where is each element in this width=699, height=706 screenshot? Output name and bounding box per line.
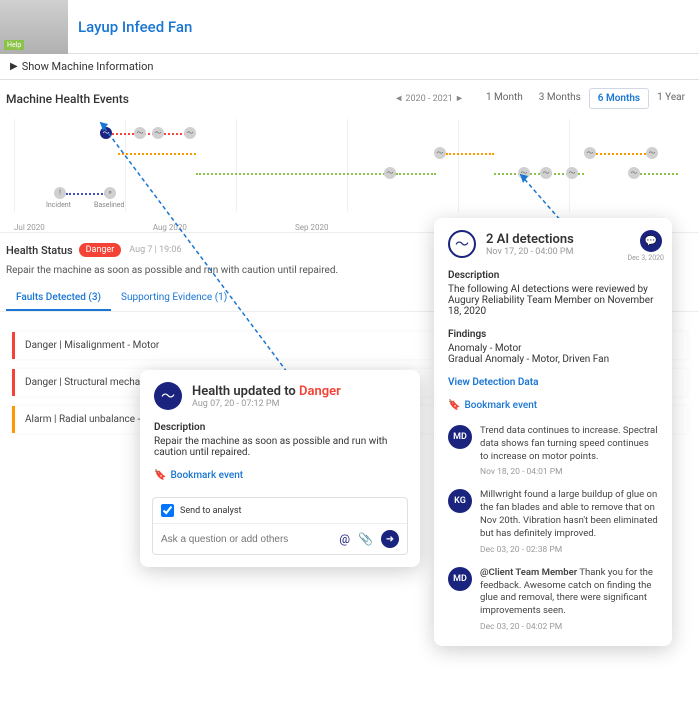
finding-item: Anomaly - Motor — [448, 343, 658, 354]
comment-timestamp: Dec 03, 20 - 04:02 PM — [434, 618, 672, 636]
bookmark-event-link[interactable]: 🔖 Bookmark event — [154, 470, 406, 481]
avatar: MD — [448, 567, 472, 591]
status-badge: Danger — [79, 243, 122, 257]
timeline-marker[interactable]: 〜 — [134, 127, 146, 139]
timeline-marker-baselined[interactable]: ⚬ — [104, 187, 116, 199]
popup-health-update: 〜 Health updated to Danger Aug 07, 20 - … — [140, 370, 420, 567]
bookmark-icon: 🔖 — [448, 400, 460, 411]
send-to-analyst-checkbox[interactable] — [161, 504, 174, 517]
range-6months[interactable]: 6 Months — [589, 88, 649, 109]
avatar: KG — [448, 489, 472, 513]
health-status-label: Health Status — [6, 244, 73, 257]
mention-icon[interactable]: @ — [339, 532, 350, 546]
tab-evidence[interactable]: Supporting Evidence (1) — [111, 286, 237, 311]
comment-timestamp: Dec 03, 20 - 02:38 PM — [434, 541, 672, 559]
attachment-icon[interactable]: 📎 — [358, 532, 373, 546]
comment-text: @Client Team Member Thank you for the fe… — [480, 567, 658, 618]
comment: MD Trend data continues to increase. Spe… — [434, 417, 672, 463]
timeline-marker[interactable]: 〜 — [434, 147, 446, 159]
popup-title: 2 AI detections — [486, 232, 574, 247]
findings-label: Findings — [448, 329, 658, 340]
description-label: Description — [448, 270, 658, 281]
popup-timestamp: Aug 07, 20 - 07:12 PM — [192, 399, 341, 409]
date-range-display[interactable]: ◄ 2020 - 2021 ► — [394, 93, 464, 104]
range-tabs: 1 Month 3 Months 6 Months 1 Year — [478, 88, 693, 109]
timeline[interactable]: 〜 〜 〜 〜 〜 〜 〜 〜 〜 〜 〜 〜 ! ⚬ Incident Bas… — [0, 113, 699, 233]
help-tag[interactable]: Help — [4, 40, 24, 50]
timeline-marker[interactable]: 〜 — [184, 127, 196, 139]
notif-date: Dec 3, 2020 — [628, 254, 665, 262]
comment-timestamp: Nov 18, 20 - 04:01 PM — [434, 463, 672, 481]
machine-thumbnail: Help — [0, 0, 68, 54]
comment: KG Millwright found a large buildup of g… — [434, 481, 672, 540]
chat-icon[interactable]: 💬 — [640, 230, 662, 252]
events-title: Machine Health Events — [6, 92, 129, 106]
comment-text: Trend data continues to increase. Spectr… — [480, 425, 658, 463]
description-text: Repair the machine as soon as possible a… — [154, 436, 406, 458]
comment-text: Millwright found a large buildup of glue… — [480, 489, 658, 540]
popup-title: Health updated to Danger — [192, 384, 341, 399]
range-1month[interactable]: 1 Month — [478, 88, 531, 109]
timeline-event-marker[interactable]: 〜 — [100, 127, 112, 139]
marker-label-incident: Incident — [46, 201, 71, 209]
marker-label-baselined: Baselined — [94, 201, 124, 209]
page-title: Layup Infeed Fan — [78, 18, 192, 36]
events-header: Machine Health Events ◄ 2020 - 2021 ► 1 … — [0, 80, 699, 113]
timeline-marker[interactable]: 〜 — [584, 147, 596, 159]
range-3months[interactable]: 3 Months — [531, 88, 589, 109]
timeline-marker[interactable]: 〜 — [518, 167, 530, 179]
description-text: The following AI detections were reviewe… — [448, 284, 658, 317]
health-status-timestamp: Aug 7 | 19:06 — [129, 245, 181, 255]
header: Help Layup Infeed Fan — [0, 0, 699, 54]
send-box: Send to analyst @ 📎 ➜ — [152, 497, 408, 555]
comment-input[interactable] — [161, 534, 339, 545]
expand-label: Show Machine Information — [22, 60, 154, 73]
wave-icon: 〜 — [448, 230, 476, 258]
timeline-marker[interactable]: 〜 — [152, 127, 164, 139]
timeline-marker[interactable]: 〜 — [384, 167, 396, 179]
description-label: Description — [154, 422, 406, 433]
chevron-right-icon: ▶ — [10, 61, 18, 72]
timeline-marker[interactable]: 〜 — [540, 167, 552, 179]
comment: MD @Client Team Member Thank you for the… — [434, 559, 672, 618]
timeline-marker[interactable]: 〜 — [566, 167, 578, 179]
avatar: MD — [448, 425, 472, 449]
view-detection-data-link[interactable]: View Detection Data — [448, 377, 658, 388]
expand-machine-info[interactable]: ▶ Show Machine Information — [0, 54, 699, 80]
popup-timestamp: Nov 17, 20 - 04:00 PM — [486, 247, 574, 257]
wave-icon: 〜 — [154, 382, 182, 410]
popup-ai-detections: 💬 Dec 3, 2020 〜 2 AI detections Nov 17, … — [434, 218, 672, 646]
range-1year[interactable]: 1 Year — [649, 88, 693, 109]
bookmark-event-link[interactable]: 🔖 Bookmark event — [448, 400, 658, 411]
timeline-marker[interactable]: 〜 — [646, 147, 658, 159]
send-button[interactable]: ➜ — [381, 530, 399, 548]
finding-item: Gradual Anomaly - Motor, Driven Fan — [448, 354, 658, 365]
bookmark-icon: 🔖 — [154, 470, 166, 481]
tab-faults[interactable]: Faults Detected (3) — [6, 286, 111, 311]
timeline-marker[interactable]: 〜 — [628, 167, 640, 179]
timeline-marker-incident[interactable]: ! — [54, 187, 66, 199]
send-to-analyst-label: Send to analyst — [180, 506, 241, 516]
